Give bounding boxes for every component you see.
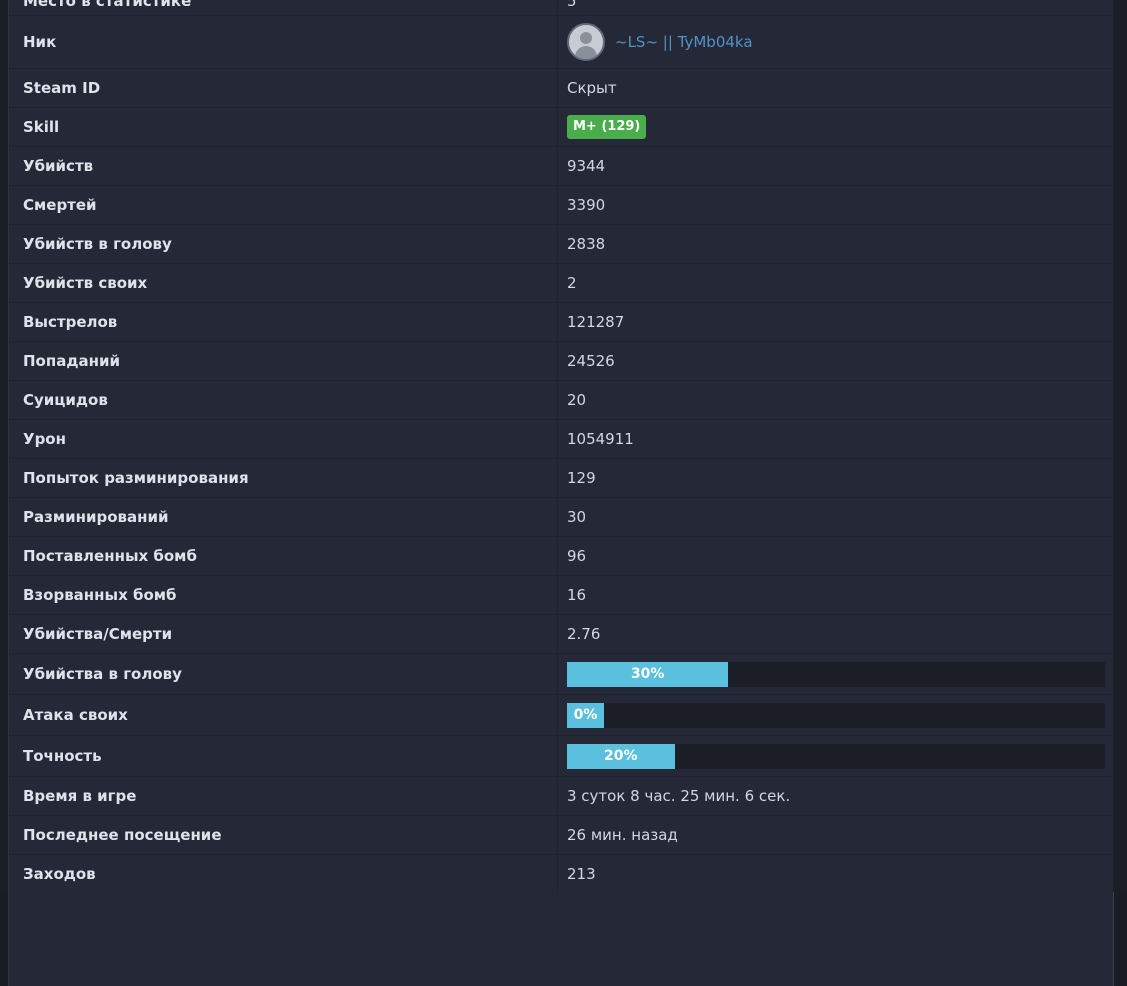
row-label: Попаданий <box>9 341 558 381</box>
progress-bar-fill: 30% <box>567 661 729 687</box>
progress-bar-fill: 0% <box>567 702 604 728</box>
table-row-steam-id: Steam ID Скрыт <box>9 68 1112 108</box>
row-label: Убийств в голову <box>9 224 558 264</box>
table-row-team-attack: Атака своих 0% <box>9 694 1112 736</box>
table-row-nick: Ник ~LS~ || TyMb04ka <box>9 15 1112 69</box>
row-label: Steam ID <box>9 68 558 108</box>
skill-badge: M+ (129) <box>567 115 647 139</box>
table-row-accuracy: Точность 20% <box>9 735 1112 777</box>
table-row: Последнее посещение 26 мин. назад <box>9 815 1112 855</box>
avatar-head <box>580 32 592 44</box>
row-label: Ник <box>9 15 558 69</box>
row-label: Точность <box>9 735 558 777</box>
row-label: Поставленных бомб <box>9 536 558 576</box>
row-value: 3390 <box>557 185 1112 225</box>
progress-bar: 30% <box>567 661 1105 687</box>
table-row: Разминирований 30 <box>9 497 1112 537</box>
row-label: Убийств <box>9 146 558 186</box>
row-label: Смертей <box>9 185 558 225</box>
row-value: Скрыт <box>557 68 1112 108</box>
player-nick-link[interactable]: ~LS~ || TyMb04ka <box>615 33 753 51</box>
row-label: Последнее посещение <box>9 815 558 855</box>
row-value: 20% <box>557 735 1112 777</box>
table-row-rank: Место в статистике 5 <box>9 0 1112 16</box>
table-row: Взорванных бомб 16 <box>9 575 1112 615</box>
row-value: ~LS~ || TyMb04ka <box>557 15 1112 69</box>
table-row: Попыток разминирования 129 <box>9 458 1112 498</box>
table-row: Суицидов 20 <box>9 380 1112 420</box>
avatar-shoulders <box>575 46 597 59</box>
row-label: Выстрелов <box>9 302 558 342</box>
row-label: Взорванных бомб <box>9 575 558 615</box>
table-row: Убийств 9344 <box>9 146 1112 186</box>
player-stats-table: Место в статистике 5 Ник ~LS~ || TyMb04k… <box>9 0 1112 893</box>
table-row: Время в игре 3 суток 8 час. 25 мин. 6 сек… <box>9 776 1112 816</box>
row-value: 2 <box>557 263 1112 303</box>
row-label: Время в игре <box>9 776 558 816</box>
row-label: Убийства/Смерти <box>9 614 558 654</box>
row-label: Место в статистике <box>9 0 558 16</box>
row-value: 2838 <box>557 224 1112 264</box>
row-value: 129 <box>557 458 1112 498</box>
table-row: Поставленных бомб 96 <box>9 536 1112 576</box>
table-row: Убийств своих 2 <box>9 263 1112 303</box>
table-row: Заходов 213 <box>9 854 1112 893</box>
row-value: 9344 <box>557 146 1112 186</box>
row-value: 26 мин. назад <box>557 815 1112 855</box>
table-row: Убийств в голову 2838 <box>9 224 1112 264</box>
row-value: 213 <box>557 854 1112 893</box>
table-row: Убийства/Смерти 2.76 <box>9 614 1112 654</box>
row-value: 5 <box>557 0 1112 16</box>
row-value: 121287 <box>557 302 1112 342</box>
row-label: Заходов <box>9 854 558 893</box>
row-label: Skill <box>9 107 558 147</box>
row-value: 1054911 <box>557 419 1112 459</box>
row-label: Атака своих <box>9 694 558 736</box>
row-label: Попыток разминирования <box>9 458 558 498</box>
row-value: 30 <box>557 497 1112 537</box>
row-value: 96 <box>557 536 1112 576</box>
row-label: Убийства в голову <box>9 653 558 695</box>
progress-bar: 0% <box>567 702 1105 728</box>
avatar[interactable] <box>567 23 605 61</box>
table-row-headshot-ratio: Убийства в голову 30% <box>9 653 1112 695</box>
progress-bar: 20% <box>567 743 1105 769</box>
row-value: 3 суток 8 час. 25 мин. 6 сек. <box>557 776 1112 816</box>
row-label: Урон <box>9 419 558 459</box>
row-value: 2.76 <box>557 614 1112 654</box>
table-row: Урон 1054911 <box>9 419 1112 459</box>
page-left-edge <box>0 0 8 892</box>
page-right-edge <box>1113 0 1127 892</box>
row-value: 20 <box>557 380 1112 420</box>
row-value: 0% <box>557 694 1112 736</box>
row-label: Суицидов <box>9 380 558 420</box>
row-value: M+ (129) <box>557 107 1112 147</box>
table-row: Выстрелов 121287 <box>9 302 1112 342</box>
table-row: Попаданий 24526 <box>9 341 1112 381</box>
row-value: 16 <box>557 575 1112 615</box>
row-label: Разминирований <box>9 497 558 537</box>
row-value: 24526 <box>557 341 1112 381</box>
row-value: 30% <box>557 653 1112 695</box>
row-label: Убийств своих <box>9 263 558 303</box>
table-row: Смертей 3390 <box>9 185 1112 225</box>
table-row-skill: Skill M+ (129) <box>9 107 1112 147</box>
progress-bar-fill: 20% <box>567 743 675 769</box>
